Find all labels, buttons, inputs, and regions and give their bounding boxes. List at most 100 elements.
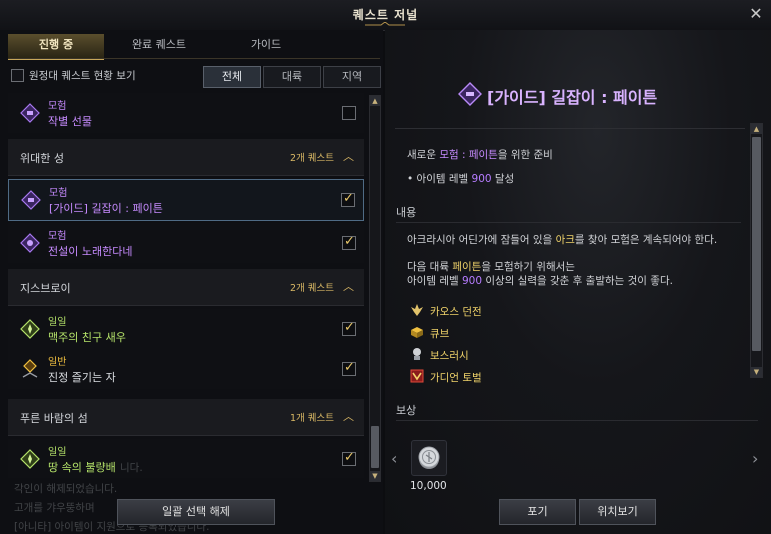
checkmark-icon: ✓ (344, 320, 355, 335)
expedition-checkbox[interactable] (11, 69, 24, 82)
divider (396, 222, 741, 223)
window-title: 퀘스트 저널 (352, 8, 419, 22)
normal-quest-icon (22, 359, 38, 378)
quest-name: 땅 속의 불량배 (48, 461, 116, 474)
scroll-down-icon[interactable]: ▼ (370, 471, 380, 481)
detail-scrollbar[interactable]: ▲ ▼ (750, 123, 763, 378)
divider (396, 420, 758, 421)
quest-item[interactable]: 일반 진정 즐기는 자 ✓ (8, 349, 364, 389)
quest-name: 맥주의 친구 새우 (48, 331, 126, 344)
track-checkbox[interactable]: ✓ (342, 360, 356, 376)
section-count: 2개 퀘스트 (289, 153, 334, 164)
link-boss-rush[interactable]: 보스러시 (430, 348, 469, 363)
filter-continent-button[interactable]: 대륙 (263, 66, 321, 88)
link-chaos-dungeon[interactable]: 카오스 던전 (430, 304, 482, 319)
quest-objective: 새로운 모험 : 페이튼을 위한 준비 (407, 147, 553, 162)
reward-amount: 10,000 (410, 480, 447, 492)
quest-type: 모험 (48, 101, 67, 112)
section-name: 푸른 바람의 섬 (20, 412, 88, 425)
title-ornament-icon (365, 22, 405, 26)
adventure-quest-icon (20, 103, 40, 123)
content-highlight: 페이튼 (452, 261, 482, 273)
tab-completed[interactable]: 완료 퀘스트 (104, 34, 214, 58)
chevron-up-icon[interactable]: ︿ (343, 408, 355, 423)
content-text: 아이템 레벨 (407, 275, 462, 287)
quest-type: 모험 (48, 231, 67, 242)
scroll-up-icon[interactable]: ▲ (370, 96, 380, 106)
reward-slot[interactable] (411, 440, 447, 476)
chevron-up-icon[interactable]: ︿ (343, 148, 355, 163)
content-text: 아크라시아 어딘가에 잠들어 있을 (407, 234, 556, 246)
adventure-quest-icon (21, 190, 41, 210)
content-paragraph: 아이템 레벨 900 이상의 실력을 갖춘 후 출발하는 것이 좋다. (407, 273, 673, 288)
quest-item[interactable]: 일일 땅 속의 불량배 ✓ (8, 439, 364, 478)
objective-highlight: 모험 : 페이튼 (439, 149, 498, 161)
chevron-right-icon[interactable]: › (752, 449, 758, 468)
reward-heading: 보상 (396, 404, 417, 417)
quest-name: [가이드] 길잡이 : 페이튼 (49, 202, 163, 215)
track-checkbox[interactable]: ✓ (341, 191, 355, 207)
content-text: 다음 대륙 (407, 261, 453, 273)
chat-line: 고개를 갸우뚱하며 (14, 502, 95, 514)
track-checkbox[interactable]: ✓ (342, 450, 356, 466)
content-paragraph: 아크라시아 어딘가에 잠들어 있을 아크를 찾아 모험은 계속되어야 한다. (407, 232, 717, 247)
expedition-toggle-label: 원정대 퀘스트 현황 보기 (29, 70, 136, 82)
tab-in-progress[interactable]: 진행 중 (8, 34, 104, 60)
content-heading: 내용 (396, 206, 417, 219)
track-checkbox[interactable] (342, 106, 356, 120)
track-checkbox[interactable]: ✓ (342, 234, 356, 250)
guardian-raid-icon (410, 369, 424, 383)
link-cube[interactable]: 큐브 (430, 326, 449, 341)
quest-item[interactable]: 일일 맥주의 친구 새우 ✓ (8, 309, 364, 349)
content-highlight: 900 (461, 275, 483, 287)
tab-guide[interactable]: 가이드 (214, 34, 318, 58)
scroll-down-icon[interactable]: ▼ (751, 367, 762, 377)
quest-name: 진정 즐기는 자 (48, 371, 116, 384)
section-header[interactable]: 푸른 바람의 섬 1개 퀘스트 ︿ (8, 399, 364, 436)
scroll-thumb[interactable] (371, 426, 379, 468)
chevron-up-icon[interactable]: ︿ (343, 278, 355, 293)
adventure-quest-icon (20, 233, 40, 253)
scroll-thumb[interactable] (752, 137, 761, 351)
checkmark-icon: ✓ (344, 450, 355, 465)
scroll-up-icon[interactable]: ▲ (751, 124, 762, 134)
boss-rush-icon (413, 348, 421, 360)
checkmark-icon: ✓ (344, 360, 355, 375)
objective-text: 을 위한 준비 (497, 149, 553, 161)
quest-item[interactable]: 모험 작별 선물 (8, 93, 364, 133)
track-checkbox[interactable]: ✓ (342, 320, 356, 336)
link-guardian-raid[interactable]: 가디언 토벌 (430, 370, 482, 385)
quest-requirement: • 아이템 레벨 900 달성 (407, 171, 514, 186)
requirement-text: • 아이템 레벨 (407, 173, 472, 185)
content-text: 이상의 실력을 갖춘 후 출발하는 것이 좋다. (482, 275, 673, 287)
chat-line: 니다. (120, 462, 143, 474)
content-highlight: 아크 (555, 234, 575, 246)
daily-quest-icon (20, 449, 40, 469)
section-header[interactable]: 지스브로이 2개 퀘스트 ︿ (8, 269, 364, 306)
objective-text: 새로운 (407, 149, 440, 161)
quest-name: 전설이 노래한다네 (48, 245, 133, 258)
quest-item[interactable]: 모험 전설이 노래한다네 ✓ (8, 223, 364, 263)
close-icon[interactable]: ✕ (746, 4, 766, 24)
abandon-button[interactable]: 포기 (499, 499, 576, 525)
quest-name: 작별 선물 (48, 115, 92, 128)
section-name: 위대한 성 (20, 152, 64, 165)
requirement-text: 달성 (491, 173, 515, 185)
filter-region-button[interactable]: 지역 (323, 66, 381, 88)
quest-detail-title: [가이드] 길잡이 : 페이튼 (487, 88, 658, 107)
quest-item-selected[interactable]: 모험 [가이드] 길잡이 : 페이튼 ✓ (8, 179, 364, 221)
deselect-all-button[interactable]: 일괄 선택 해제 (117, 499, 275, 525)
content-text: 을 모험하기 위해서는 (481, 261, 575, 273)
section-header[interactable]: 위대한 성 2개 퀘스트 ︿ (8, 139, 364, 176)
daily-quest-icon (20, 319, 40, 339)
locate-button[interactable]: 위치보기 (579, 499, 656, 525)
quest-type: 모험 (49, 188, 68, 199)
chevron-left-icon[interactable]: ‹ (391, 449, 397, 468)
section-count: 1개 퀘스트 (289, 413, 334, 424)
filter-all-button[interactable]: 전체 (203, 66, 261, 88)
checkmark-icon: ✓ (343, 191, 354, 206)
quest-list-scrollbar[interactable]: ▲ ▼ (369, 95, 381, 482)
quest-type: 일일 (48, 317, 67, 328)
tab-divider (8, 58, 380, 59)
content-text: 를 찾아 모험은 계속되어야 한다. (574, 234, 718, 246)
